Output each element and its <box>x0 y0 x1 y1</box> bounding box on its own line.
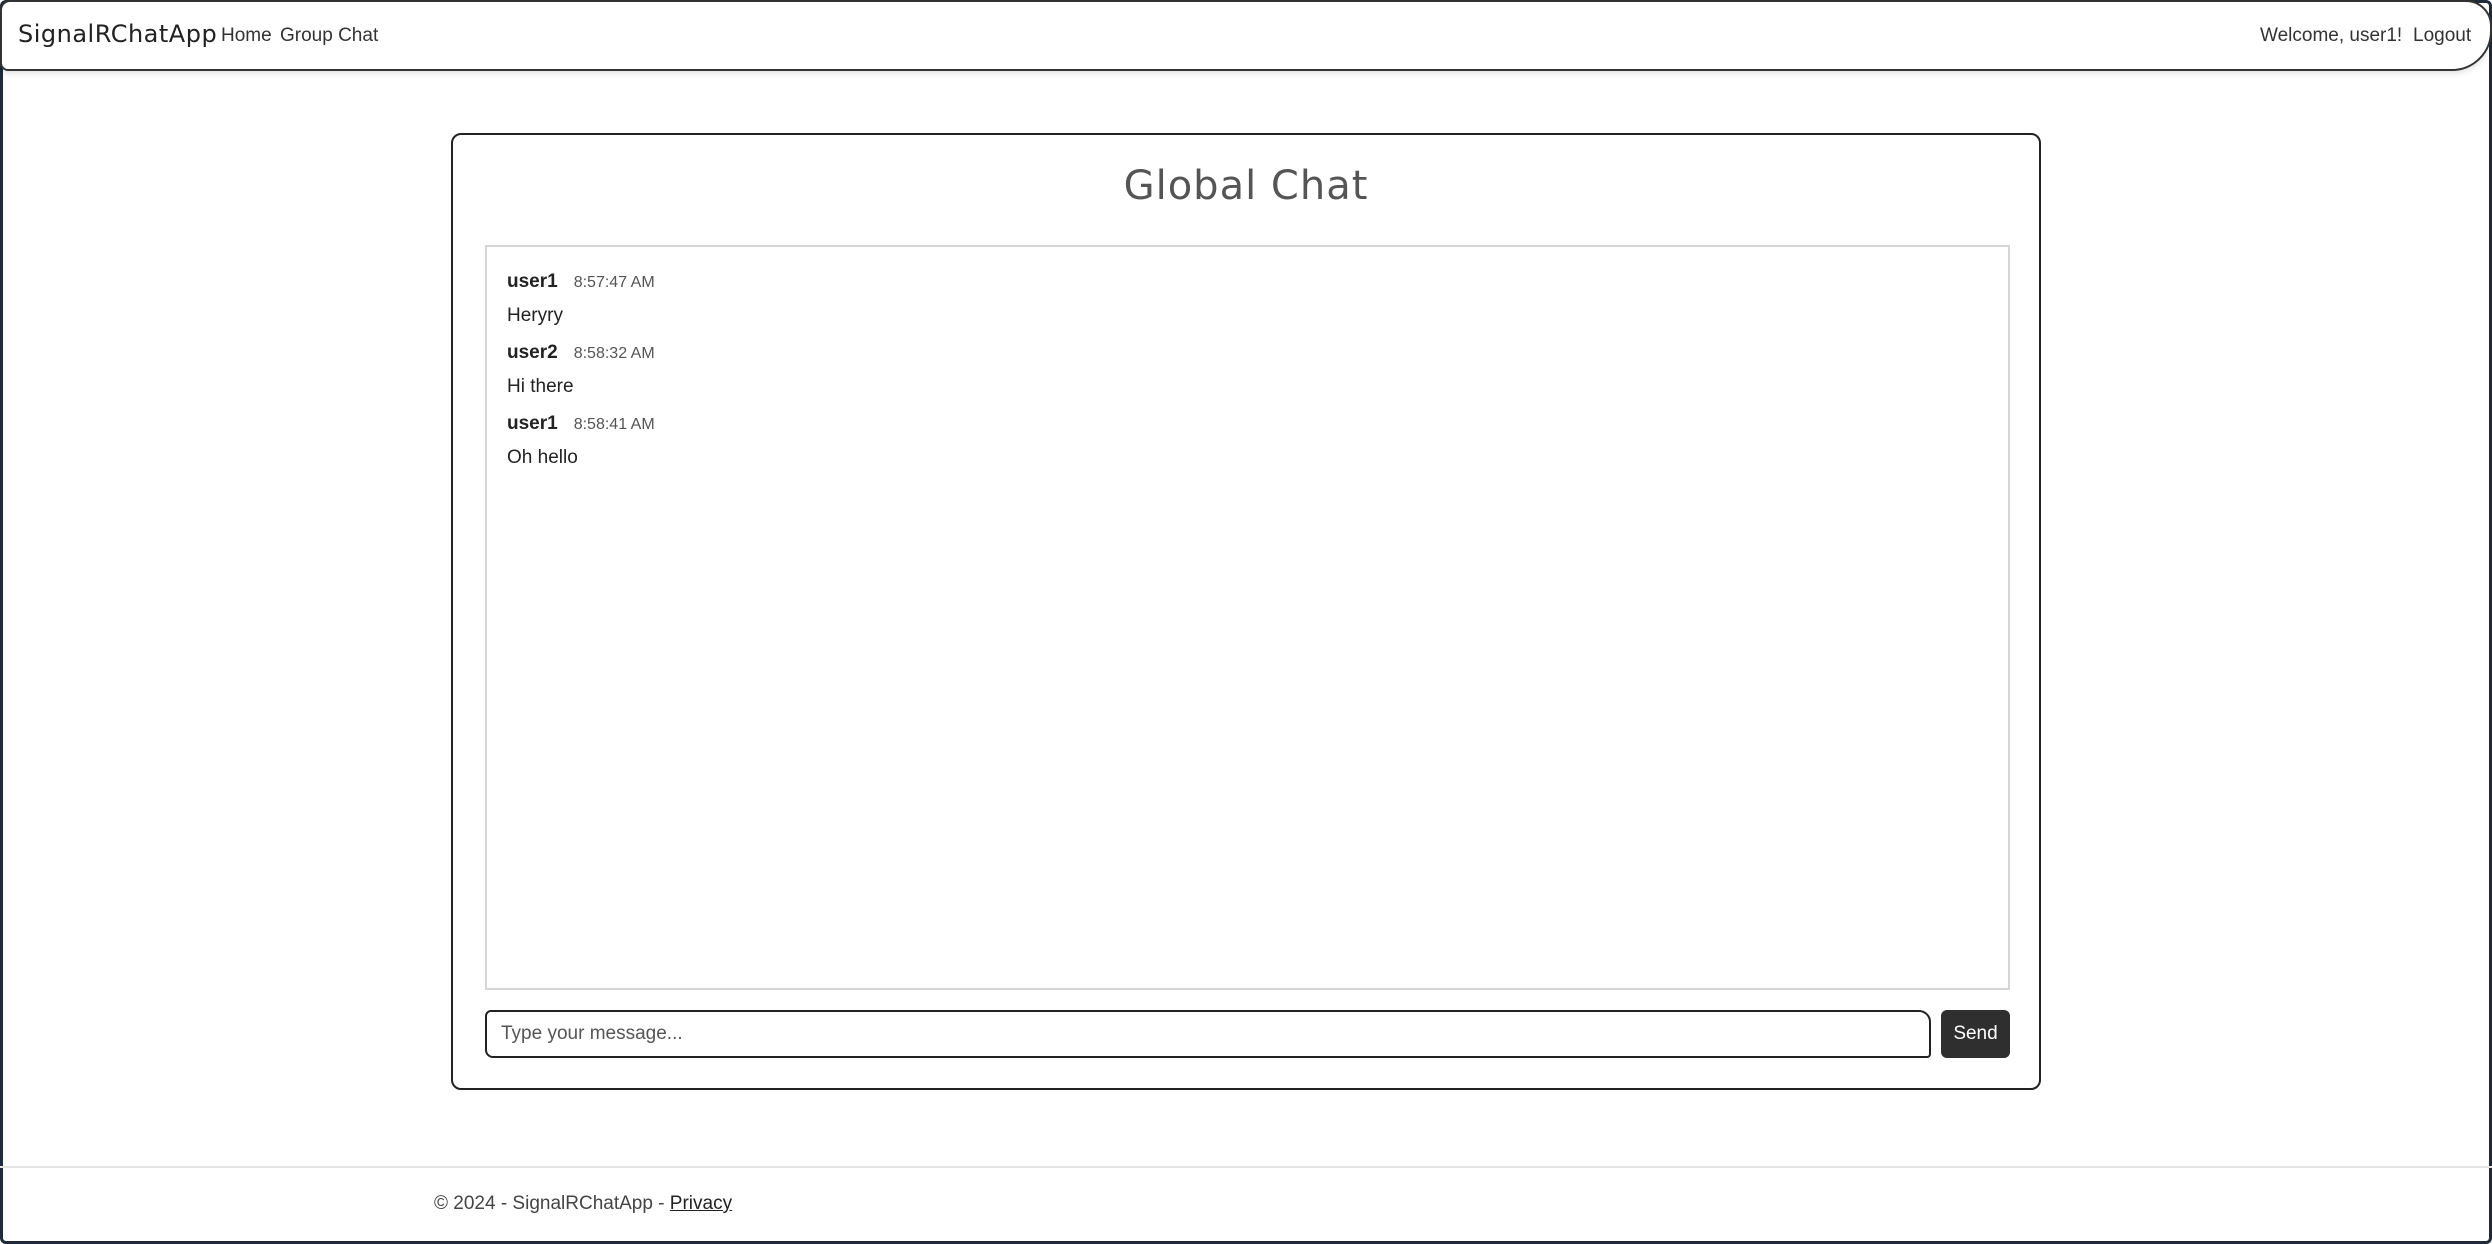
nav-link-home[interactable]: Home <box>221 25 272 47</box>
footer: © 2024 - SignalRChatApp - Privacy <box>0 1166 2492 1244</box>
welcome-text: Welcome, user1! <box>2260 25 2403 46</box>
top-navbar: SignalRChatApp Home Group Chat Welcome, … <box>0 0 2492 71</box>
message-time: 8:58:32 AM <box>573 345 655 362</box>
footer-copyright: © 2024 - SignalRChatApp - Privacy <box>434 1193 732 1215</box>
nav-link-group-chat[interactable]: Group Chat <box>280 25 378 47</box>
message-text: Oh hello <box>507 447 578 468</box>
footer-copyright-text: © 2024 - SignalRChatApp - <box>434 1193 670 1214</box>
messages-list[interactable]: user1 8:57:47 AM Heryry user2 8:58:32 AM… <box>485 245 2010 990</box>
privacy-link[interactable]: Privacy <box>670 1193 732 1214</box>
logout-link[interactable]: Logout <box>2413 25 2471 47</box>
message-composer: Send <box>485 1010 2010 1060</box>
message-text: Hi there <box>507 376 574 397</box>
page-title: Global Chat <box>1123 163 1369 209</box>
message-user: user2 <box>507 342 558 363</box>
send-button[interactable]: Send <box>1941 1010 2010 1058</box>
message-time: 8:57:47 AM <box>573 274 655 291</box>
message-time: 8:58:41 AM <box>573 416 655 433</box>
message-item: user1 8:58:41 AM Oh hello <box>507 413 655 469</box>
chat-card: Global Chat user1 8:57:47 AM Heryry user… <box>451 133 2041 1090</box>
message-user: user1 <box>507 413 558 434</box>
message-item: user2 8:58:32 AM Hi there <box>507 342 655 398</box>
message-input[interactable] <box>485 1010 1931 1058</box>
message-user: user1 <box>507 271 558 292</box>
brand-link[interactable]: SignalRChatApp <box>18 20 217 48</box>
message-item: user1 8:57:47 AM Heryry <box>507 271 655 327</box>
message-text: Heryry <box>507 305 563 326</box>
